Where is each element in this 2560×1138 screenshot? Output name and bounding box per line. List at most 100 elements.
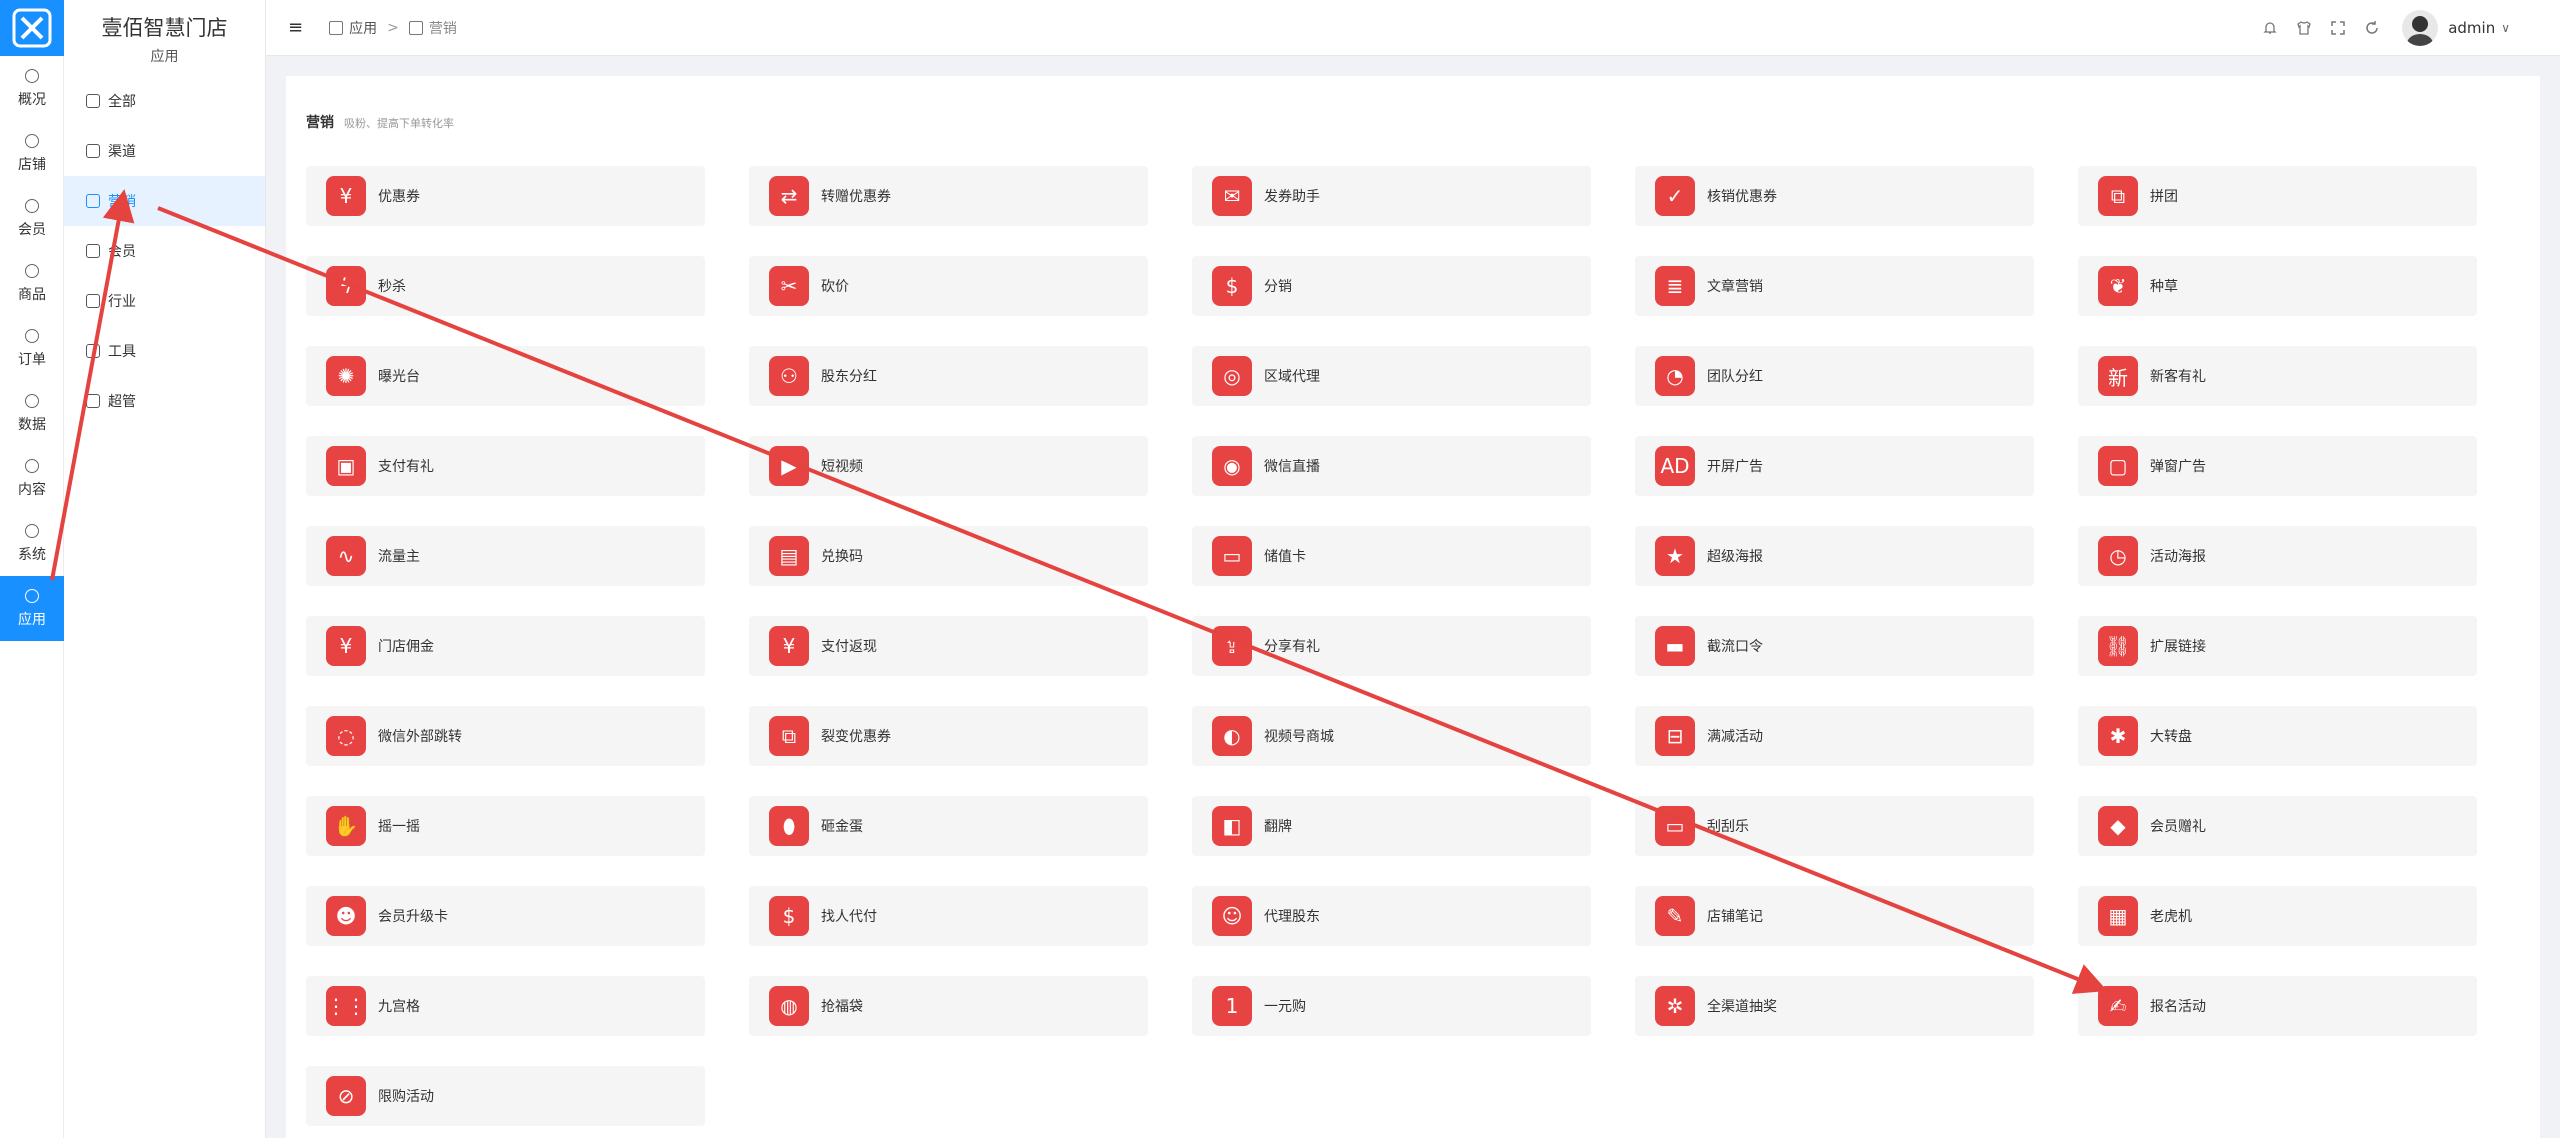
app-card[interactable]: ¥ 支付返现 [749,616,1148,676]
rail-item-8[interactable]: 应用 [0,576,64,641]
app-card[interactable]: ◐ 视频号商城 [1192,706,1591,766]
app-card[interactable]: ⋮⋮ 九宫格 [306,976,705,1036]
app-card[interactable]: ❦ 种草 [2078,256,2477,316]
app-card[interactable]: ✂ 砍价 [749,256,1148,316]
app-card[interactable]: ◎ 区域代理 [1192,346,1591,406]
app-card[interactable]: ✲ 全渠道抽奖 [1635,976,2034,1036]
app-card[interactable]: ⇪ 分享有礼 [1192,616,1591,676]
breadcrumb-separator: > [387,19,399,36]
app-card[interactable]: ⊘ 限购活动 [306,1066,705,1126]
app-icon: ✎ [1655,896,1695,936]
app-label: 报名活动 [2150,999,2206,1015]
app-card[interactable]: ▢ 弹窗广告 [2078,436,2477,496]
app-card[interactable]: ◍ 抢福袋 [749,976,1148,1036]
breadcrumb-item-apps[interactable]: 应用 [349,18,377,38]
app-card[interactable]: ⊟ 满减活动 [1635,706,2034,766]
logo[interactable] [0,0,64,56]
app-card[interactable]: ≣ 文章营销 [1635,256,2034,316]
rail-item-2[interactable]: 会员 [0,186,64,251]
sidebar-item-2[interactable]: 营销 [64,176,265,226]
sidebar-item-5[interactable]: 工具 [64,326,265,376]
app-card[interactable]: ▤ 兑换码 [749,526,1148,586]
top-bar: ≡ 应用 > 营销 admin ∨ [266,0,2560,56]
app-card[interactable]: ◷ 活动海报 [2078,526,2477,586]
app-icon: AD [1655,446,1695,486]
app-card[interactable]: ✉ 发券助手 [1192,166,1591,226]
app-icon: ⊟ [1655,716,1695,756]
app-icon: ⬮ [769,806,809,846]
app-card[interactable]: ✓ 核销优惠券 [1635,166,2034,226]
app-card[interactable]: ◆ 会员赠礼 [2078,796,2477,856]
app-card[interactable]: AD 开屏广告 [1635,436,2034,496]
rail-item-4[interactable]: 订单 [0,316,64,381]
sidebar-item-icon [86,244,100,258]
app-icon: ✂ [769,266,809,306]
app-card[interactable]: ▣ 支付有礼 [306,436,705,496]
rail-item-7[interactable]: 系统 [0,511,64,576]
app-card[interactable]: ◉ 微信直播 [1192,436,1591,496]
app-card[interactable]: ✋ 摇一摇 [306,796,705,856]
app-card[interactable]: ¥ 门店佣金 [306,616,705,676]
app-card[interactable]: 新新客有礼 [2078,346,2477,406]
app-card[interactable]: ▶ 短视频 [749,436,1148,496]
app-card[interactable]: ✱ 大转盘 [2078,706,2477,766]
app-card[interactable]: ☺ 代理股东 [1192,886,1591,946]
chevron-down-icon[interactable]: ∨ [2501,21,2510,35]
app-card[interactable]: ★ 超级海报 [1635,526,2034,586]
refresh-icon[interactable] [2362,18,2382,38]
app-label: 微信外部跳转 [378,729,462,745]
sidebar-item-0[interactable]: 全部 [64,76,265,126]
rail-item-6[interactable]: 内容 [0,446,64,511]
app-card[interactable]: ⚇ 股东分红 [749,346,1148,406]
app-card[interactable]: ☻ 会员升级卡 [306,886,705,946]
app-card[interactable]: ϟ 秒杀 [306,256,705,316]
app-card[interactable]: ✎ 店铺笔记 [1635,886,2034,946]
shirt-icon[interactable] [2294,18,2314,38]
fullscreen-icon[interactable] [2328,18,2348,38]
rail-item-icon [25,68,39,83]
sidebar-item-1[interactable]: 渠道 [64,126,265,176]
app-card[interactable]: 1 一元购 [1192,976,1591,1036]
app-icon: ▢ [2098,446,2138,486]
rail-item-0[interactable]: 概况 [0,56,64,121]
sidebar-item-4[interactable]: 行业 [64,276,265,326]
app-card[interactable]: ¥ 优惠券 [306,166,705,226]
sidebar-item-6[interactable]: 超管 [64,376,265,426]
app-card[interactable]: ▭ 储值卡 [1192,526,1591,586]
user-name[interactable]: admin [2448,19,2495,37]
app-icon: ◧ [1212,806,1252,846]
app-card[interactable]: $ 分销 [1192,256,1591,316]
rail-item-label: 应用 [18,611,46,628]
app-label: 砸金蛋 [821,819,863,835]
app-card[interactable]: ▬ 截流口令 [1635,616,2034,676]
app-card[interactable]: ◧ 翻牌 [1192,796,1591,856]
app-label: 大转盘 [2150,729,2192,745]
rail-item-1[interactable]: 店铺 [0,121,64,186]
rail-item-5[interactable]: 数据 [0,381,64,446]
rail-item-label: 内容 [18,481,46,498]
app-card[interactable]: ⬮ 砸金蛋 [749,796,1148,856]
app-card[interactable]: ▭ 刮刮乐 [1635,796,2034,856]
sidebar-item-label: 全部 [108,94,136,110]
chart-icon [408,20,423,35]
avatar[interactable] [2402,10,2439,46]
app-card[interactable]: ◌ 微信外部跳转 [306,706,705,766]
app-card[interactable]: ✍ 报名活动 [2078,976,2477,1036]
app-card[interactable]: ⧉ 拼团 [2078,166,2477,226]
app-card[interactable]: ⛓ 扩展链接 [2078,616,2477,676]
app-card[interactable]: ∿ 流量主 [306,526,705,586]
app-card[interactable]: ✺ 曝光台 [306,346,705,406]
app-icon: ⧉ [769,716,809,756]
rail-item-3[interactable]: 商品 [0,251,64,316]
app-label: 分销 [1264,279,1292,295]
menu-toggle-icon[interactable]: ≡ [288,17,303,38]
app-card[interactable]: ⧉ 裂变优惠券 [749,706,1148,766]
app-card[interactable]: ⇄ 转赠优惠券 [749,166,1148,226]
app-card[interactable]: ◔ 团队分红 [1635,346,2034,406]
sidebar-header: 壹佰智慧门店 应用 [64,0,265,65]
bell-icon[interactable] [2260,18,2280,38]
sidebar-item-3[interactable]: 会员 [64,226,265,276]
app-card[interactable]: $ 找人代付 [749,886,1148,946]
app-card[interactable]: ▦ 老虎机 [2078,886,2477,946]
rail-item-label: 数据 [18,416,46,433]
